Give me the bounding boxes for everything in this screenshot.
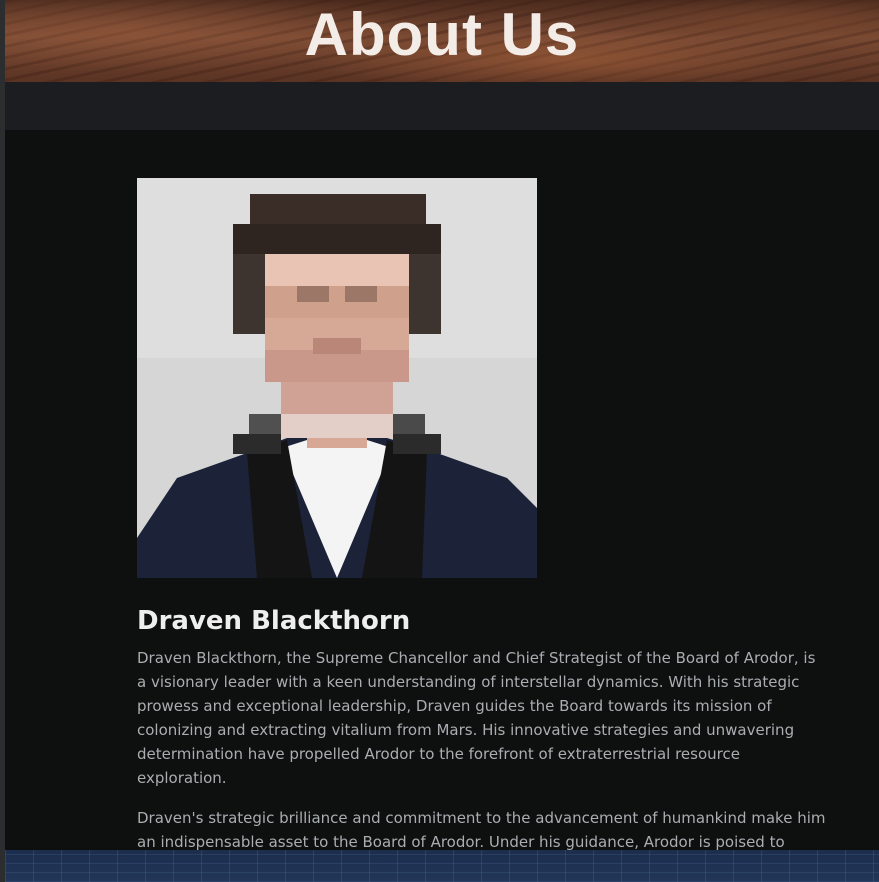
section-bar (5, 82, 879, 130)
portrait-image (137, 178, 537, 578)
member-photo (137, 178, 537, 578)
member-bio-paragraph: Draven Blackthorn, the Supreme Chancello… (137, 649, 816, 787)
window-edge (0, 0, 5, 882)
about-page: About Us Draven Blackthorn Draven Blackt… (0, 0, 879, 882)
member-name: Draven Blackthorn (137, 606, 411, 636)
footer-banner (5, 850, 879, 882)
hero-banner: About Us (5, 0, 879, 82)
page-title: About Us (304, 1, 580, 69)
member-profile: Draven Blackthorn Draven Blackthorn, the… (137, 178, 827, 882)
